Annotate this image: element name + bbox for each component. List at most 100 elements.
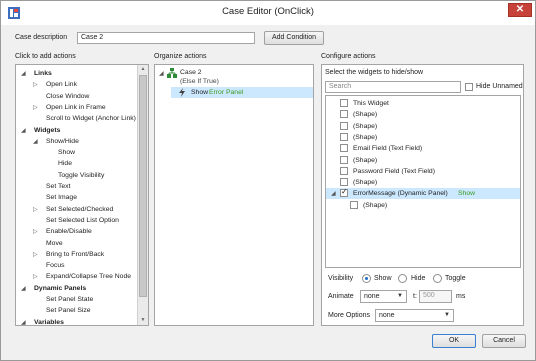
- widget-checkbox[interactable]: [350, 200, 358, 209]
- collapse-arrow-icon[interactable]: ◢: [21, 285, 26, 292]
- hide-unnamed-label: Hide Unnamed: [476, 83, 523, 90]
- widget-row[interactable]: ◢ ✓ ErrorMessage (Dynamic Panel) Show: [326, 187, 520, 200]
- collapse-arrow-icon[interactable]: ◢: [331, 190, 336, 197]
- widget-row[interactable]: (Shape): [326, 200, 520, 211]
- lightning-icon: [179, 88, 185, 97]
- collapse-arrow-icon[interactable]: ◢: [33, 138, 38, 145]
- actions-scrollbar[interactable]: ▲ ▼: [137, 65, 148, 325]
- collapse-case-icon[interactable]: ◢: [159, 70, 164, 77]
- case-description-label: Case description: [15, 34, 68, 41]
- action-item[interactable]: Move: [46, 238, 63, 249]
- widget-checkbox[interactable]: [340, 110, 348, 119]
- visibility-toggle-radio[interactable]: [433, 274, 442, 283]
- case-description-input[interactable]: Case 2: [77, 32, 255, 44]
- close-icon: ✕: [515, 4, 525, 15]
- close-button[interactable]: ✕: [508, 3, 532, 17]
- collapse-arrow-icon[interactable]: ◢: [21, 70, 26, 77]
- widget-row[interactable]: (Shape): [326, 121, 520, 132]
- animate-select[interactable]: none ▼: [360, 290, 407, 303]
- duration-label: t:: [413, 293, 417, 300]
- visibility-show-radio[interactable]: [362, 274, 371, 283]
- action-category[interactable]: Links: [34, 68, 52, 79]
- widget-label: (Shape): [353, 133, 378, 141]
- action-category[interactable]: Dynamic Panels: [34, 283, 86, 294]
- actions-tree-panel: ◢ Links ▷ Open Link Close Window ▷ Open Link i…: [15, 64, 149, 326]
- expand-arrow-icon[interactable]: ▷: [33, 104, 38, 111]
- action-item[interactable]: Set Image: [46, 192, 77, 203]
- widget-row[interactable]: (Shape): [326, 132, 520, 143]
- action-item[interactable]: Close Window: [46, 91, 89, 102]
- action-item[interactable]: Set Text: [46, 181, 70, 192]
- widget-row[interactable]: This Widget: [326, 98, 520, 109]
- action-item[interactable]: Set Panel Size: [46, 305, 91, 316]
- expand-arrow-icon[interactable]: ▷: [33, 273, 38, 280]
- collapse-arrow-icon[interactable]: ◢: [21, 319, 26, 326]
- action-item[interactable]: Set Selected List Option: [46, 215, 119, 226]
- configure-actions-panel: Select the widgets to hide/show Search H…: [321, 64, 524, 326]
- action-item[interactable]: Set Selected/Checked: [46, 204, 113, 215]
- widget-row[interactable]: Password Field (Text Field): [326, 166, 520, 177]
- widget-label: (Shape): [353, 179, 378, 187]
- chevron-down-icon: ▼: [444, 312, 450, 318]
- widget-checkbox[interactable]: [340, 178, 348, 187]
- action-item[interactable]: Focus: [46, 260, 65, 271]
- collapse-arrow-icon[interactable]: ◢: [21, 127, 26, 134]
- widget-label: (Shape): [353, 122, 378, 130]
- action-item[interactable]: Open Link in Frame: [46, 102, 106, 113]
- visibility-show-label: Show: [374, 275, 392, 282]
- duration-unit: ms: [456, 293, 466, 300]
- widget-row[interactable]: (Shape): [326, 109, 520, 120]
- action-item[interactable]: Bring to Front/Back: [46, 249, 104, 260]
- checkmark-icon: ✓: [341, 187, 348, 197]
- widget-row[interactable]: (Shape): [326, 177, 520, 188]
- hide-unnamed-checkbox[interactable]: [465, 83, 473, 91]
- action-item[interactable]: Show: [58, 147, 75, 158]
- visibility-hide-radio[interactable]: [398, 274, 407, 283]
- widget-checkbox[interactable]: [340, 99, 348, 107]
- widget-checkbox[interactable]: [340, 144, 348, 153]
- expand-arrow-icon[interactable]: ▷: [33, 228, 38, 235]
- widget-checkbox[interactable]: [340, 121, 348, 130]
- scroll-up-arrow-icon[interactable]: ▲: [139, 66, 147, 72]
- expand-arrow-icon[interactable]: ▷: [33, 81, 38, 88]
- action-item[interactable]: Show/Hide: [46, 136, 79, 147]
- action-item[interactable]: Hide: [58, 158, 72, 169]
- cancel-button[interactable]: Cancel: [482, 334, 526, 348]
- widget-checkbox[interactable]: [340, 166, 348, 175]
- widget-search-input[interactable]: Search: [325, 81, 461, 93]
- widget-label: ErrorMessage (Dynamic Panel): [353, 190, 448, 198]
- scrollbar-thumb[interactable]: [139, 75, 147, 297]
- more-options-value: none: [379, 312, 395, 319]
- widget-label: (Shape): [353, 156, 378, 164]
- animate-select-value: none: [364, 293, 380, 300]
- widget-checkbox[interactable]: ✓: [340, 187, 348, 198]
- scroll-down-arrow-icon[interactable]: ▼: [139, 317, 147, 323]
- ok-button[interactable]: OK: [432, 334, 476, 348]
- expand-arrow-icon[interactable]: ▷: [33, 251, 38, 258]
- widget-row[interactable]: (Shape): [326, 155, 520, 166]
- case-editor-dialog: Case Editor (OnClick) ✕ Case description…: [0, 0, 536, 361]
- more-options-select[interactable]: none ▼: [375, 309, 454, 322]
- action-item[interactable]: Expand/Collapse Tree Node: [46, 271, 131, 282]
- select-widgets-label: Select the widgets to hide/show: [325, 69, 424, 76]
- expand-arrow-icon[interactable]: ▷: [33, 206, 38, 213]
- case-condition: (Else If True): [180, 78, 219, 85]
- duration-input[interactable]: 500: [419, 290, 452, 303]
- action-item[interactable]: Open Link: [46, 79, 77, 90]
- organize-actions-heading: Organize actions: [154, 53, 207, 60]
- widget-row[interactable]: Email Field (Text Field): [326, 143, 520, 154]
- action-item[interactable]: Scroll to Widget (Anchor Link): [46, 113, 136, 124]
- action-category[interactable]: Variables: [34, 317, 64, 328]
- action-item[interactable]: Enable/Disable: [46, 226, 92, 237]
- selected-action-row[interactable]: Show Error Panel: [171, 87, 313, 98]
- add-condition-button[interactable]: Add Condition: [264, 31, 324, 45]
- action-target: Error Panel: [209, 89, 244, 96]
- case-icon: [167, 68, 177, 78]
- widget-checkbox[interactable]: [340, 132, 348, 141]
- window-title: Case Editor (OnClick): [222, 6, 314, 17]
- widget-checkbox[interactable]: [340, 155, 348, 164]
- action-category[interactable]: Widgets: [34, 125, 60, 136]
- action-item[interactable]: Toggle Visibility: [58, 170, 104, 181]
- action-item[interactable]: Set Panel State: [46, 294, 93, 305]
- radio-selected-dot: [365, 277, 368, 280]
